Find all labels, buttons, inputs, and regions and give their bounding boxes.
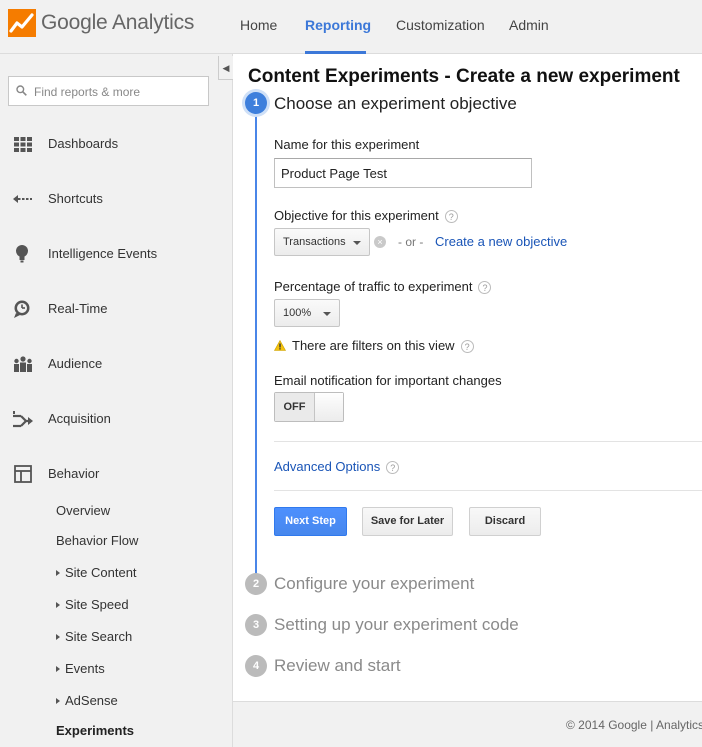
help-icon[interactable]: ? <box>460 340 474 353</box>
main-content: Content Experiments - Create a new exper… <box>233 54 702 747</box>
name-label: Name for this experiment <box>274 137 420 152</box>
google-analytics-logo-icon[interactable] <box>8 9 36 37</box>
behavior-layout-icon <box>14 465 32 483</box>
discard-button[interactable]: Discard <box>469 507 541 536</box>
lightbulb-icon <box>16 245 28 263</box>
step-4-title: Review and start <box>274 656 401 675</box>
objective-label-text: Objective for this experiment <box>274 208 439 223</box>
save-for-later-button[interactable]: Save for Later <box>362 507 453 536</box>
people-icon <box>14 356 32 372</box>
sidebar-item-label: Dashboards <box>48 136 119 151</box>
expand-arrow-icon <box>56 666 60 672</box>
sidebar-item-acquisition[interactable]: Acquisition <box>0 399 232 439</box>
sidebar-subitem-label: AdSense <box>65 693 118 708</box>
shortcut-arrow-icon <box>13 195 32 203</box>
divider <box>274 441 702 442</box>
step-2-title: Configure your experiment <box>274 574 475 593</box>
sidebar-item-audience[interactable]: Audience <box>0 344 232 384</box>
footer: © 2014 Google | Analytics <box>233 701 702 747</box>
sidebar-item-label: Intelligence Events <box>48 246 158 261</box>
chevron-down-icon <box>323 312 331 316</box>
create-new-objective-link[interactable]: Create a new objective <box>435 234 567 249</box>
sidebar-item-dashboards[interactable]: Dashboards <box>0 124 232 164</box>
logo-text[interactable]: Google Analytics <box>41 11 194 35</box>
warning-icon <box>274 340 286 351</box>
step-3-number: 3 <box>245 614 267 636</box>
sidebar-collapse-button[interactable]: ◀ <box>218 56 233 80</box>
sidebar-search[interactable] <box>8 76 209 106</box>
acquisition-arrows-icon <box>13 411 33 428</box>
objective-select-value: Transactions <box>283 236 346 248</box>
expand-arrow-icon <box>56 570 60 576</box>
sidebar-subitem-site-speed[interactable]: Site Speed <box>56 597 129 612</box>
divider <box>274 490 702 491</box>
step-3-title: Setting up your experiment code <box>274 615 519 634</box>
sidebar-subitem-overview[interactable]: Overview <box>56 503 110 518</box>
sidebar-item-label: Audience <box>48 356 103 371</box>
sidebar-item-shortcuts[interactable]: Shortcuts <box>0 179 232 219</box>
page-title: Content Experiments - Create a new exper… <box>248 66 680 87</box>
email-notification-label: Email notification for important changes <box>274 373 502 388</box>
realtime-clock-icon <box>14 300 30 318</box>
nav-reporting[interactable]: Reporting <box>305 17 371 33</box>
sidebar-subitem-label: Site Search <box>65 629 133 644</box>
expand-arrow-icon <box>56 698 60 704</box>
objective-select[interactable]: Transactions <box>274 228 370 256</box>
or-separator: - or - <box>398 235 424 249</box>
traffic-percentage-select[interactable]: 100% <box>274 299 340 327</box>
nav-admin[interactable]: Admin <box>509 17 549 33</box>
help-icon[interactable]: ? <box>478 281 492 294</box>
grid-icon <box>14 137 32 152</box>
sidebar-item-real-time[interactable]: Real-Time <box>0 289 232 329</box>
expand-arrow-icon <box>56 634 60 640</box>
footer-copyright: © 2014 Google | Analytics <box>566 718 702 732</box>
sidebar-item-label: Shortcuts <box>48 191 103 206</box>
sidebar: Dashboards Shortcuts Intelligence Events… <box>0 54 233 747</box>
toggle-state: OFF <box>275 393 314 421</box>
sidebar-subitem-behavior-flow[interactable]: Behavior Flow <box>56 533 138 548</box>
next-step-button[interactable]: Next Step <box>274 507 347 536</box>
sidebar-item-label: Acquisition <box>48 411 111 426</box>
sidebar-item-intelligence-events[interactable]: Intelligence Events <box>0 234 232 274</box>
filter-warning: There are filters on this view? <box>274 338 474 353</box>
expand-arrow-icon <box>56 602 60 608</box>
sidebar-item-behavior[interactable]: Behavior <box>0 454 232 494</box>
step-1-number: 1 <box>245 92 267 114</box>
sidebar-subitem-site-content[interactable]: Site Content <box>56 565 137 580</box>
toggle-knob[interactable] <box>314 393 343 421</box>
top-bar: Google Analytics Home Reporting Customiz… <box>0 0 702 54</box>
nav-home[interactable]: Home <box>240 17 277 33</box>
objective-label: Objective for this experiment? <box>274 208 458 223</box>
sidebar-subitem-site-search[interactable]: Site Search <box>56 629 132 644</box>
sidebar-subitem-adsense[interactable]: AdSense <box>56 693 118 708</box>
sidebar-item-label: Behavior <box>48 466 100 481</box>
step-1-title: Choose an experiment objective <box>274 94 517 113</box>
sidebar-subitem-label: Site Speed <box>65 597 129 612</box>
traffic-select-value: 100% <box>283 307 312 319</box>
search-icon <box>16 85 27 96</box>
traffic-label-text: Percentage of traffic to experiment <box>274 279 473 294</box>
sidebar-subitem-label: Events <box>65 661 105 676</box>
nav-customization[interactable]: Customization <box>396 17 485 33</box>
help-icon[interactable]: ? <box>444 210 458 223</box>
step-4-number: 4 <box>245 655 267 677</box>
traffic-label: Percentage of traffic to experiment? <box>274 279 492 294</box>
sidebar-subitem-experiments[interactable]: Experiments <box>56 723 134 738</box>
sidebar-subitem-label: Site Content <box>65 565 137 580</box>
filter-warning-text: There are filters on this view <box>292 338 455 353</box>
step-progress-line <box>255 116 257 586</box>
email-notification-toggle[interactable]: OFF <box>274 392 344 422</box>
advanced-options: Advanced Options? <box>274 459 400 474</box>
sidebar-item-label: Real-Time <box>48 301 108 316</box>
search-input[interactable] <box>34 82 204 102</box>
help-icon[interactable]: ? <box>386 461 400 474</box>
clear-objective-icon[interactable]: × <box>374 236 386 248</box>
experiment-name-input[interactable] <box>274 158 532 188</box>
chevron-down-icon <box>353 241 361 245</box>
sidebar-subitem-events[interactable]: Events <box>56 661 105 676</box>
advanced-options-link[interactable]: Advanced Options <box>274 459 380 474</box>
step-2-number: 2 <box>245 573 267 595</box>
